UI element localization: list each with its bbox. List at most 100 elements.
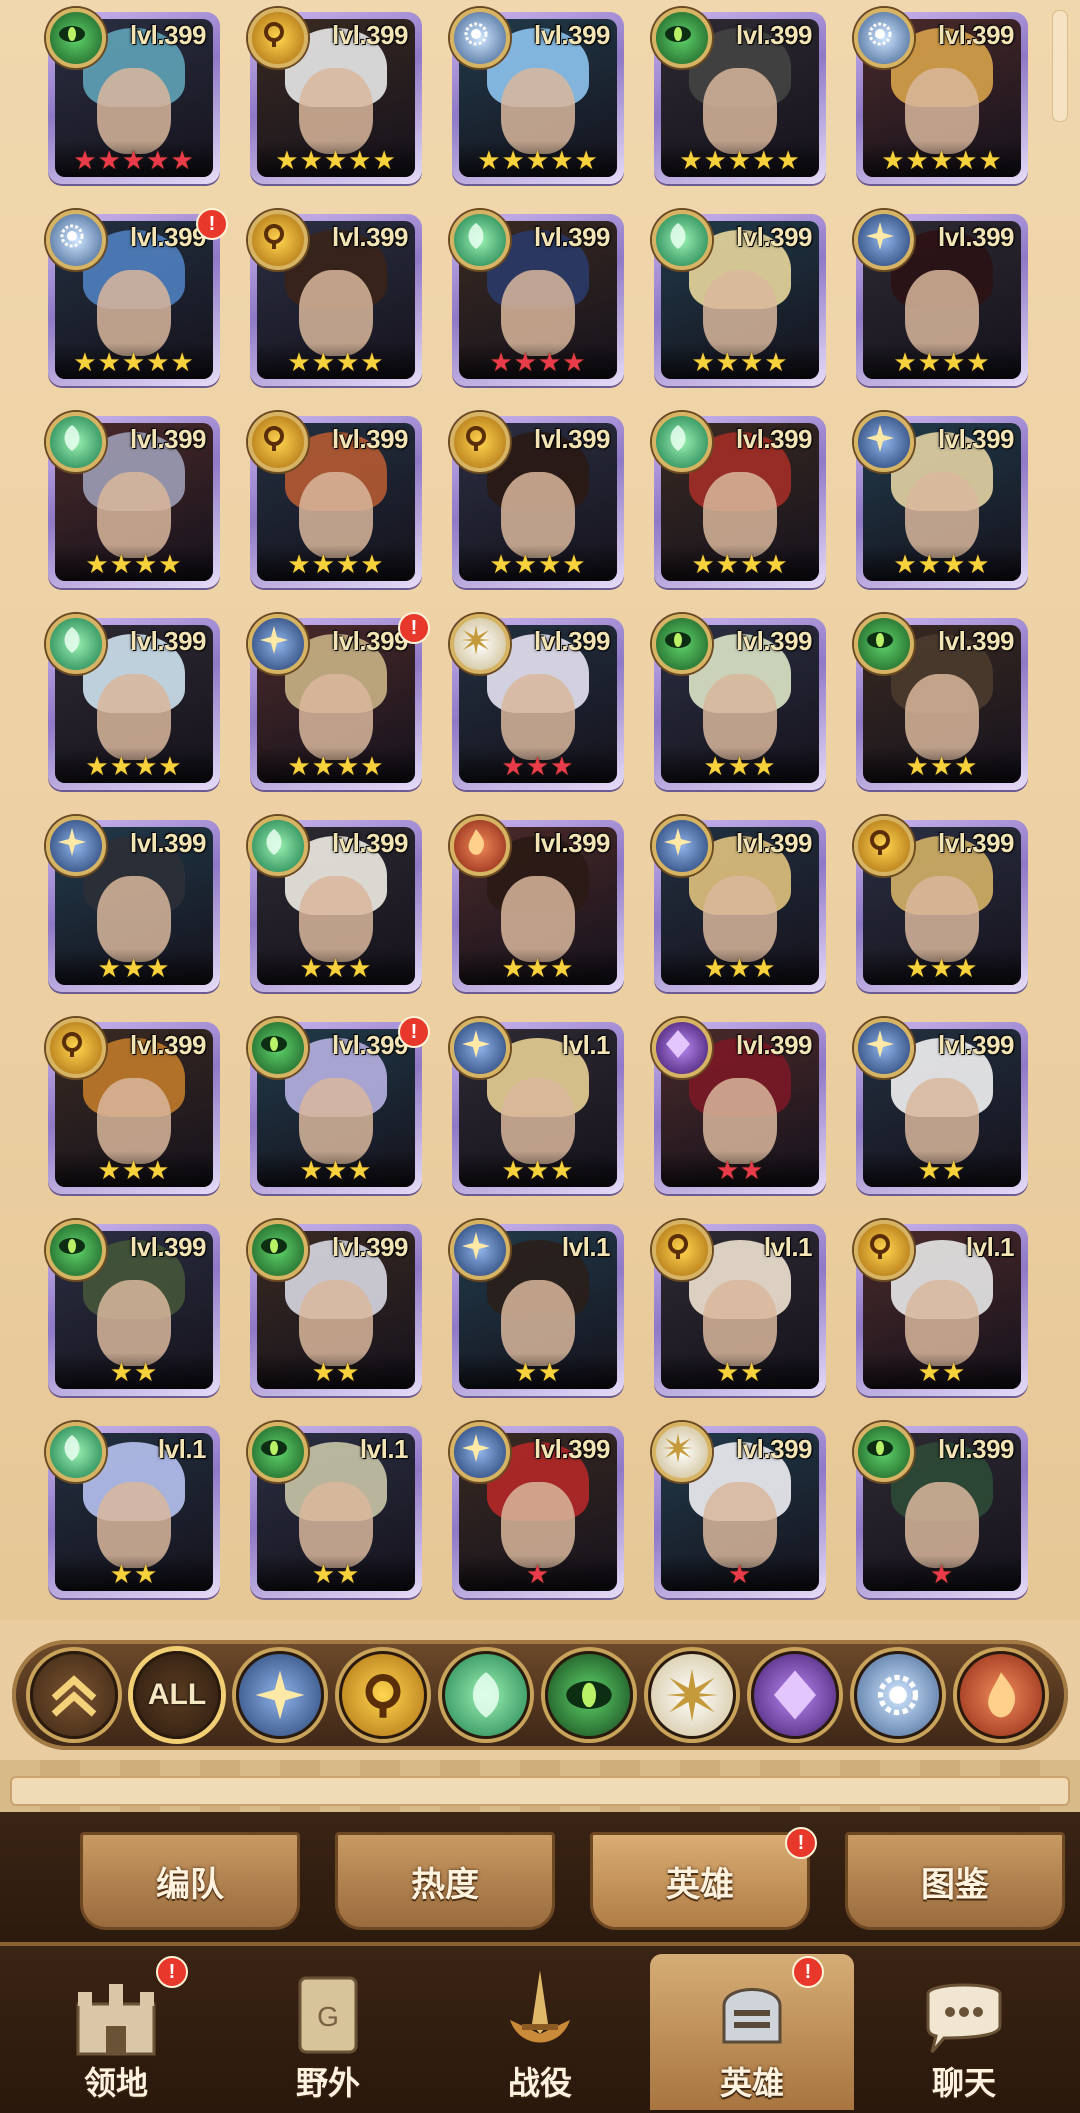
- hero-card[interactable]: lvl.1 ★★: [248, 1422, 426, 1600]
- filter-all-label: ALL: [147, 1678, 207, 1711]
- star-rating: ★: [929, 1560, 955, 1590]
- lightbearer-faction-icon: [450, 1220, 510, 1280]
- hero-card[interactable]: lvl.399 ★★★: [652, 614, 830, 792]
- chevron-up-icon: [51, 1675, 97, 1717]
- hero-card[interactable]: lvl.399 ★★★: [46, 816, 224, 994]
- nav-item-1[interactable]: G 野外: [226, 1954, 430, 2110]
- hero-level: lvl.399: [937, 626, 1015, 656]
- hero-card[interactable]: lvl.399 ★★: [248, 1220, 426, 1398]
- star-rating: ★★: [109, 1560, 159, 1590]
- filter-graveborn-button[interactable]: [339, 1651, 427, 1739]
- hero-level: lvl.1: [359, 1434, 409, 1464]
- hero-level: lvl.399: [331, 222, 409, 252]
- subtab-label: 图鉴: [921, 1864, 989, 1905]
- hero-card[interactable]: lvl.399 ★★★★: [854, 412, 1032, 590]
- hero-card[interactable]: lvl.399 ★★★!: [248, 1016, 430, 1196]
- wilder-faction-icon: [248, 1422, 308, 1482]
- nav-item-3[interactable]: 英雄!: [650, 1954, 854, 2110]
- hero-level: lvl.1: [561, 1232, 611, 1262]
- scrollbar[interactable]: [1052, 10, 1068, 122]
- nav-item-2[interactable]: 战役: [438, 1954, 642, 2110]
- nav-label: 战役: [507, 2064, 572, 2102]
- hero-card[interactable]: lvl.399 ★★★: [248, 816, 426, 994]
- star-rating: ★★★★: [287, 348, 385, 378]
- subtab-0[interactable]: 编队: [80, 1832, 300, 1930]
- star-rating: ★★: [715, 1358, 765, 1388]
- hero-card[interactable]: lvl.399 ★★★★: [652, 210, 830, 388]
- hero-card[interactable]: lvl.399 ★★★★★: [450, 8, 628, 186]
- hero-card[interactable]: lvl.399 ★★★★: [450, 412, 628, 590]
- hero-card[interactable]: lvl.1 ★★: [854, 1220, 1032, 1398]
- wilder-faction-icon: [652, 614, 712, 674]
- hero-card[interactable]: lvl.399 ★★: [652, 1018, 830, 1196]
- filter-hypogean-button[interactable]: [751, 1651, 839, 1739]
- sword-crest-icon: [490, 1964, 590, 2064]
- hero-card[interactable]: lvl.399 ★★★★★!: [46, 208, 228, 388]
- hero-level: lvl.399: [937, 222, 1015, 252]
- hero-card[interactable]: lvl.399 ★★: [46, 1220, 224, 1398]
- svg-text:G: G: [317, 2001, 339, 2032]
- hero-card[interactable]: lvl.1 ★★: [450, 1220, 628, 1398]
- nav-item-0[interactable]: 领地!: [14, 1954, 218, 2110]
- star-rating: ★★★★: [489, 550, 587, 580]
- hero-level: lvl.399: [533, 626, 611, 656]
- hero-card[interactable]: lvl.399 ★★★★: [46, 614, 224, 792]
- hero-card[interactable]: lvl.399 ★★: [854, 1018, 1032, 1196]
- hero-card[interactable]: lvl.399 ★★★: [854, 816, 1032, 994]
- hero-card[interactable]: lvl.399 ★★★★: [450, 210, 628, 388]
- hero-card[interactable]: lvl.399 ★★★: [854, 614, 1032, 792]
- hero-card[interactable]: lvl.1 ★★: [46, 1422, 224, 1600]
- hero-card[interactable]: lvl.399 ★★★★: [248, 210, 426, 388]
- collapse-chevron-button[interactable]: [30, 1651, 118, 1739]
- alert-badge: !: [792, 1956, 824, 1988]
- nav-item-4[interactable]: 聊天: [862, 1954, 1066, 2110]
- scroll-map-icon: G: [278, 1964, 378, 2064]
- filter-fire-button[interactable]: [957, 1651, 1045, 1739]
- hero-card[interactable]: lvl.399 ★★★★★: [46, 8, 224, 186]
- graveborn-faction-icon: [248, 8, 308, 68]
- hero-card[interactable]: lvl.399 ★★★★: [652, 412, 830, 590]
- wilder-faction-icon: [46, 8, 106, 68]
- hero-card[interactable]: lvl.399 ★★★★★: [854, 8, 1032, 186]
- hero-card[interactable]: lvl.399 ★★★: [652, 816, 830, 994]
- hero-card[interactable]: lvl.399 ★★★★★: [248, 8, 426, 186]
- star-rating: ★★★★: [691, 348, 789, 378]
- hero-card[interactable]: lvl.399 ★: [450, 1422, 628, 1600]
- filter-lightbearer-button[interactable]: [236, 1651, 324, 1739]
- star-rating: ★★★: [501, 954, 575, 984]
- maulers-faction-icon: [458, 1667, 514, 1723]
- hero-card[interactable]: lvl.399 ★★★: [46, 1018, 224, 1196]
- hero-level: lvl.399: [533, 1434, 611, 1464]
- filter-maulers-button[interactable]: [442, 1651, 530, 1739]
- hero-grid: lvl.399 ★★★★★ lvl.399 ★★★★★ lvl.399 ★★★★★ lvl.…: [46, 8, 1038, 1600]
- star-rating: ★★: [311, 1560, 361, 1590]
- filter-all-button[interactable]: ALL: [133, 1651, 221, 1739]
- filter-celestial-button[interactable]: [648, 1651, 736, 1739]
- dimensional-faction-icon: [854, 8, 914, 68]
- hero-card[interactable]: lvl.1 ★★: [652, 1220, 830, 1398]
- subtab-1[interactable]: 热度: [335, 1832, 555, 1930]
- hero-card[interactable]: lvl.399 ★★★: [450, 614, 628, 792]
- hero-card[interactable]: lvl.399 ★★★★!: [248, 612, 430, 792]
- graveborn-faction-icon: [355, 1667, 411, 1723]
- hero-card[interactable]: lvl.399 ★: [652, 1422, 830, 1600]
- hero-card[interactable]: lvl.399 ★★★★: [854, 210, 1032, 388]
- star-rating: ★★★★★: [73, 146, 195, 176]
- hero-card[interactable]: lvl.399 ★★★★: [248, 412, 426, 590]
- hero-card[interactable]: lvl.399 ★★★★★: [652, 8, 830, 186]
- hero-card[interactable]: lvl.1 ★★★: [450, 1018, 628, 1196]
- lightbearer-faction-icon: [450, 1422, 510, 1482]
- filter-dimensional-button[interactable]: [854, 1651, 942, 1739]
- celestial-faction-icon: [664, 1667, 720, 1723]
- hero-level: lvl.399: [331, 626, 409, 656]
- star-rating: ★★★★: [85, 752, 183, 782]
- subtab-2[interactable]: 英雄!: [590, 1827, 817, 1930]
- hero-card[interactable]: lvl.399 ★: [854, 1422, 1032, 1600]
- subtab-3[interactable]: 图鉴: [845, 1832, 1065, 1930]
- bottom-navigation: 领地! G 野外 战役 英雄! 聊天: [0, 1942, 1080, 2113]
- filter-wilder-button[interactable]: [545, 1651, 633, 1739]
- hero-card[interactable]: lvl.399 ★★★★: [46, 412, 224, 590]
- star-rating: ★★★★: [85, 550, 183, 580]
- star-rating: ★★★: [97, 1156, 171, 1186]
- hero-card[interactable]: lvl.399 ★★★: [450, 816, 628, 994]
